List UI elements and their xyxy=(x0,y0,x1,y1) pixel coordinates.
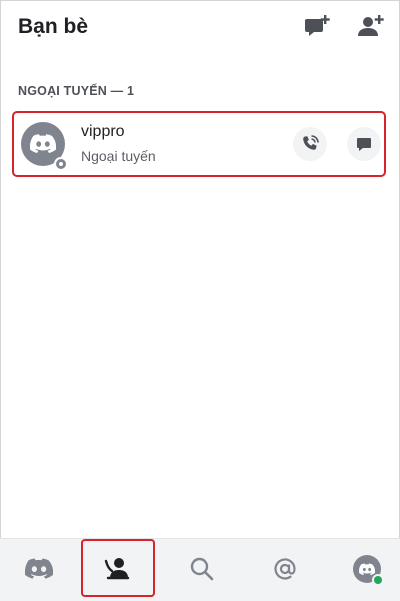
discord-logo-icon xyxy=(359,563,375,575)
bottom-navigation xyxy=(0,538,400,601)
new-message-icon xyxy=(305,15,330,36)
nav-profile[interactable] xyxy=(330,539,400,599)
friend-name: vippro xyxy=(81,123,125,140)
friend-status: Ngoại tuyến xyxy=(81,148,156,164)
nav-friends[interactable] xyxy=(81,539,155,597)
friend-row[interactable]: vippro Ngoại tuyến xyxy=(12,111,386,177)
page-title: Bạn bè xyxy=(18,15,89,38)
avatar[interactable] xyxy=(21,122,68,171)
section-label-offline: NGOẠI TUYẾN — 1 xyxy=(18,84,135,98)
add-friend-button[interactable] xyxy=(357,12,385,40)
discord-logo-icon xyxy=(25,558,53,579)
online-status-indicator xyxy=(372,574,384,586)
header: Bạn bè xyxy=(0,0,400,56)
nav-search[interactable] xyxy=(165,539,239,599)
offline-status-indicator xyxy=(54,157,68,171)
friends-wave-icon xyxy=(104,558,130,580)
search-icon xyxy=(190,557,214,581)
at-mention-icon xyxy=(274,558,296,580)
voice-call-button[interactable] xyxy=(293,127,327,161)
avatar xyxy=(353,555,384,586)
nav-mentions[interactable] xyxy=(248,539,322,599)
message-button[interactable] xyxy=(347,127,381,161)
add-friend-icon xyxy=(358,15,384,36)
new-message-button[interactable] xyxy=(303,12,331,40)
discord-logo-icon xyxy=(30,134,56,153)
voice-call-icon xyxy=(303,135,319,150)
message-icon xyxy=(357,138,371,151)
nav-home[interactable] xyxy=(2,539,76,599)
